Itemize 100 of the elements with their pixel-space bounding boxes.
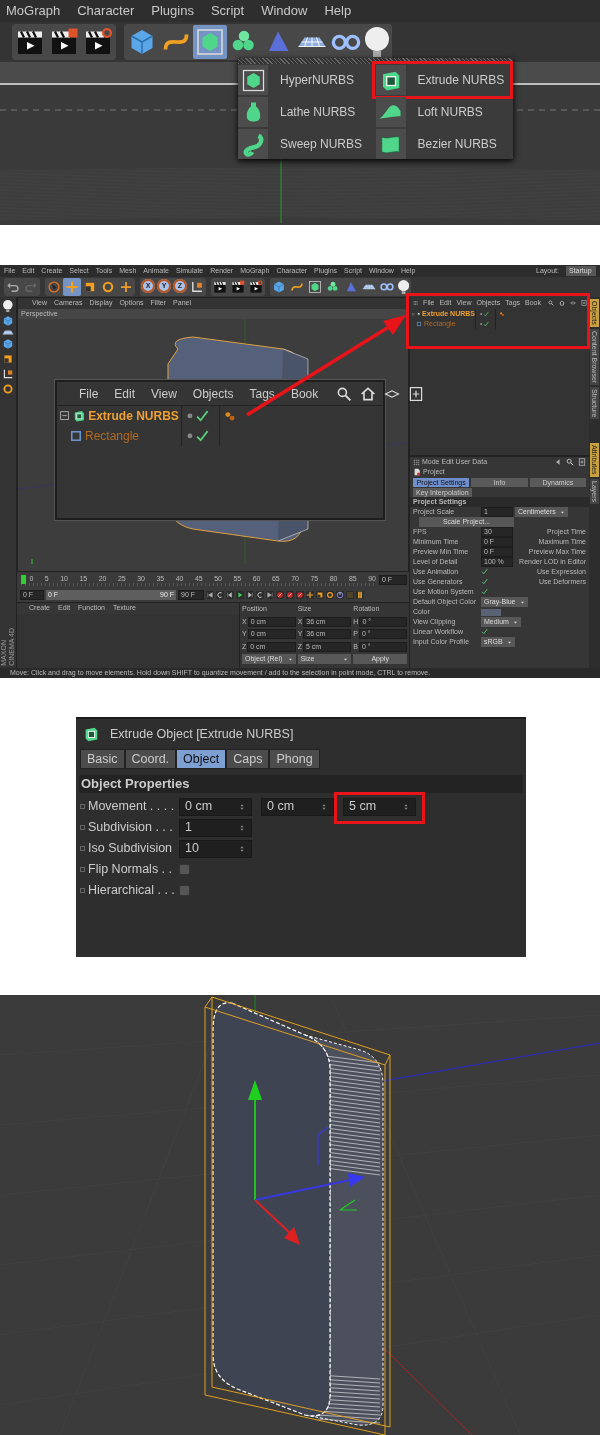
field-label: Iso Subdivision (88, 840, 174, 858)
number-field[interactable]: 5 cm (343, 797, 416, 816)
goggles-icon (380, 283, 394, 291)
scale-icon (83, 280, 97, 294)
window-plus-icon (408, 385, 425, 402)
number-field[interactable]: 0 cm (179, 797, 252, 816)
menu-item[interactable]: MoGraph (6, 1, 61, 21)
menu-item[interactable]: Help (324, 1, 352, 21)
checkbox[interactable] (481, 628, 489, 636)
menu-item[interactable]: File (79, 384, 99, 403)
clapperboard-icon (213, 280, 227, 294)
caret-icon (343, 656, 349, 662)
redo-icon (24, 280, 38, 294)
menu-item[interactable]: Lathe NURBS (238, 97, 356, 127)
toolbar-button[interactable] (229, 278, 247, 296)
keyframe-marker[interactable] (80, 846, 85, 851)
grid-plane-icon (297, 36, 327, 48)
dot-icon (479, 311, 484, 317)
number-field[interactable]: 1 (179, 818, 252, 837)
tab[interactable]: Object (176, 749, 227, 769)
move-icon (65, 280, 79, 294)
scale-icon (316, 590, 324, 599)
playback-button[interactable] (226, 590, 234, 599)
playback-button[interactable] (216, 590, 224, 599)
keyframe-marker[interactable] (80, 867, 85, 872)
record-icon (286, 590, 294, 599)
keyframe-marker[interactable] (80, 888, 85, 893)
tab[interactable]: Coord. (124, 749, 177, 769)
tab[interactable]: Caps (226, 749, 270, 769)
toolbar-button[interactable] (396, 278, 412, 296)
keyframe-marker[interactable] (80, 804, 85, 809)
section-header: Object Properties (79, 775, 523, 793)
color-swatch[interactable] (481, 608, 501, 616)
tab[interactable]: Phong (269, 749, 320, 769)
rotate-icon (2, 382, 14, 395)
menu-item[interactable]: Character (77, 1, 135, 21)
clapperboard-icon (249, 280, 263, 294)
move-icon (306, 590, 314, 599)
playhead-marker[interactable] (21, 575, 26, 584)
record-icon (296, 590, 304, 599)
playback-button[interactable] (246, 590, 254, 599)
menu-item[interactable]: Plugins (151, 1, 194, 21)
playback-button[interactable] (326, 590, 334, 599)
clapperboard-icon (83, 27, 113, 57)
grip-icon (413, 458, 420, 466)
menu-item[interactable]: Extrude NURBS (375, 65, 505, 95)
object-name[interactable]: Extrude NURBS (88, 407, 179, 425)
toolbar-button[interactable] (363, 25, 391, 59)
caret-icon (287, 656, 293, 662)
playback-button[interactable] (286, 590, 294, 599)
hollow-cube-icon (416, 311, 421, 317)
play-icon (236, 590, 244, 599)
cluster-icon (326, 280, 340, 294)
playback-button[interactable] (356, 590, 364, 599)
grid-plane-icon (362, 284, 376, 290)
number-field[interactable]: 10 (179, 839, 252, 858)
playback-button[interactable] (206, 590, 214, 599)
clapperboard-icon (49, 27, 79, 57)
playback-button[interactable] (296, 590, 304, 599)
cube-icon (272, 280, 286, 294)
toolbar-button[interactable] (247, 278, 265, 296)
menu-item[interactable]: Edit (114, 384, 136, 403)
number-field[interactable]: 0 cm (261, 797, 334, 816)
clapperboard-icon (231, 280, 245, 294)
menu-item[interactable]: Window (261, 1, 308, 21)
playback-button[interactable] (336, 590, 344, 599)
menu-item[interactable]: Book (290, 384, 319, 403)
menu-item[interactable]: Script (210, 1, 245, 21)
framed-cube-icon (195, 27, 225, 57)
keyframe-marker[interactable] (80, 825, 85, 830)
checkbox[interactable] (481, 578, 489, 586)
dot-icon (185, 431, 195, 441)
window-plus-icon (578, 458, 586, 466)
menu-item[interactable]: HyperNURBS (238, 65, 354, 95)
playback-button[interactable] (236, 590, 244, 599)
playback-button[interactable] (266, 590, 274, 599)
menu-item[interactable]: Sweep NURBS (238, 129, 363, 159)
checkbox[interactable] (481, 568, 489, 576)
playback-button[interactable] (316, 590, 324, 599)
playback-button[interactable] (306, 590, 314, 599)
menu-item[interactable]: Loft NURBS (375, 97, 483, 127)
plus-icon (119, 280, 133, 294)
grid-plane-icon (2, 330, 14, 335)
menu-item[interactable]: Bezier NURBS (375, 129, 497, 159)
hollow-cube-icon (72, 409, 87, 423)
object-row[interactable]: Extrude NURBS (57, 406, 383, 426)
check-icon (481, 628, 488, 635)
menu-item[interactable]: View (151, 384, 177, 403)
checkbox[interactable] (179, 885, 190, 896)
playback-button[interactable] (256, 590, 264, 599)
menu-item[interactable]: Tags (249, 384, 275, 403)
menu-item[interactable]: Objects (192, 384, 234, 403)
dot-icon (185, 411, 195, 421)
checkbox[interactable] (481, 588, 489, 596)
checkbox[interactable] (179, 864, 190, 875)
search-icon (336, 385, 353, 402)
tab[interactable]: Basic (80, 749, 125, 769)
dial-icon (336, 590, 344, 599)
playback-button[interactable] (276, 590, 284, 599)
wedge-icon (344, 280, 358, 294)
